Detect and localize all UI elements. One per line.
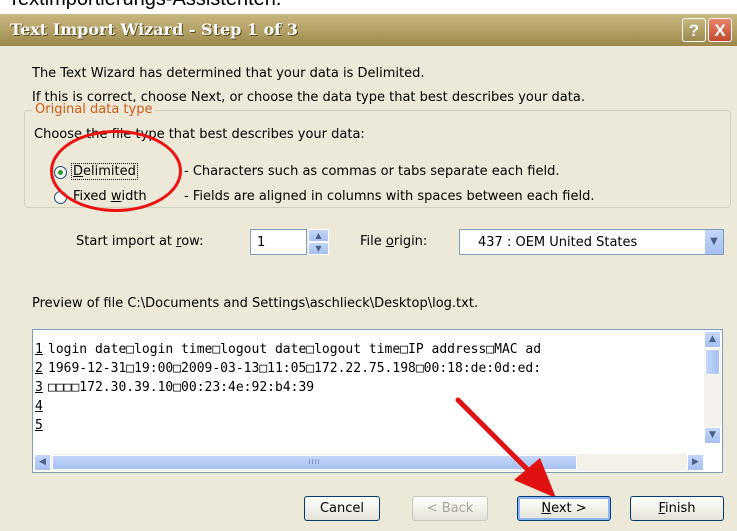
title-bar[interactable]: Text Import Wizard - Step 1 of 3 ? X bbox=[0, 14, 737, 46]
preview-row: 2 1969-12-31□19:00□2009-03-13□11:05□172.2… bbox=[35, 361, 542, 376]
file-origin-label: File origin: bbox=[360, 234, 428, 249]
preview-pane[interactable]: 1 login date□login time□logout date□logou… bbox=[32, 329, 723, 473]
horizontal-scrollbar[interactable]: ◀ IIII ▶ bbox=[34, 454, 704, 471]
back-button[interactable]: < Back bbox=[412, 496, 488, 521]
preview-row: 3 □□□□172.30.39.10□00:23:4e:92:b4:39 bbox=[35, 380, 315, 395]
finish-button[interactable]: Finish bbox=[630, 496, 724, 521]
vertical-scrollbar[interactable]: ▲ ▼ bbox=[704, 331, 721, 444]
page-caption: Textimportierungs-Assistenten. bbox=[8, 0, 281, 11]
chevron-down-icon[interactable]: ▼ bbox=[704, 230, 723, 254]
scroll-left-icon[interactable]: ◀ bbox=[34, 454, 51, 471]
spin-up-icon[interactable]: ▲ bbox=[308, 229, 329, 242]
scroll-down-icon[interactable]: ▼ bbox=[704, 427, 721, 444]
close-button[interactable]: X bbox=[708, 18, 732, 42]
start-import-label: Start import at row: bbox=[76, 234, 204, 249]
preview-row: 1 login date□login time□logout date□logou… bbox=[35, 342, 542, 357]
file-origin-value: 437 : OEM United States bbox=[478, 235, 638, 250]
start-row-spinner[interactable]: ▲ ▼ bbox=[308, 229, 329, 255]
red-annotation-circle bbox=[50, 130, 182, 212]
scroll-right-icon[interactable]: ▶ bbox=[687, 454, 704, 471]
fixed-width-description: - Fields are aligned in columns with spa… bbox=[184, 189, 595, 204]
scroll-up-icon[interactable]: ▲ bbox=[704, 331, 721, 348]
cancel-button[interactable]: Cancel bbox=[304, 496, 380, 521]
start-row-input[interactable]: 1 bbox=[250, 229, 307, 255]
preview-label: Preview of file C:\Documents and Setting… bbox=[32, 296, 479, 311]
spin-down-icon[interactable]: ▼ bbox=[308, 242, 329, 255]
next-button[interactable]: Next > bbox=[517, 496, 611, 521]
red-annotation-arrow bbox=[455, 397, 556, 498]
delimited-description: - Characters such as commas or tabs sepa… bbox=[184, 164, 560, 179]
group-legend: Original data type bbox=[32, 102, 156, 117]
intro-line-1: The Text Wizard has determined that your… bbox=[32, 66, 425, 81]
preview-row: 4 bbox=[35, 399, 43, 414]
preview-rows: 1 login date□login time□logout date□logou… bbox=[35, 340, 705, 435]
preview-row: 5 bbox=[35, 418, 43, 433]
help-button[interactable]: ? bbox=[682, 18, 706, 42]
vertical-scroll-thumb[interactable] bbox=[705, 349, 720, 375]
file-origin-select[interactable]: 437 : OEM United States ▼ bbox=[459, 229, 724, 255]
window-title: Text Import Wizard - Step 1 of 3 bbox=[10, 20, 298, 39]
